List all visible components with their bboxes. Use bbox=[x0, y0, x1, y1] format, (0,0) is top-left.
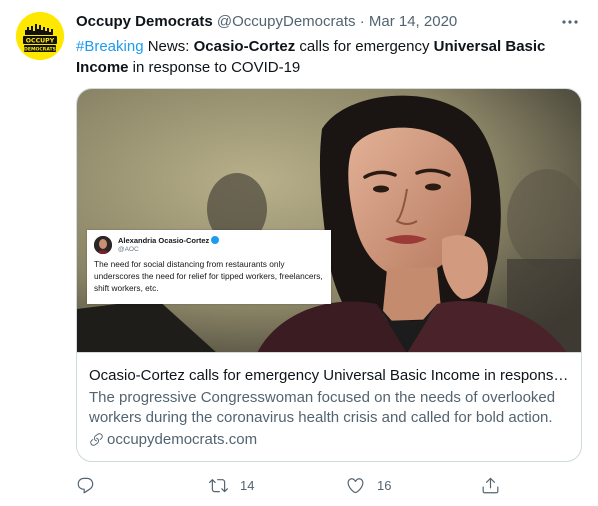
quoted-tweet-image: Alexandria Ocasio-Cortez @AOC The need f… bbox=[87, 230, 331, 304]
link-icon bbox=[90, 433, 103, 446]
retweet-button[interactable]: 14 bbox=[209, 474, 254, 496]
reply-icon bbox=[77, 477, 94, 493]
tweet[interactable]: OCCUPY DEMOCRATS Occupy Democrats @Occup… bbox=[0, 0, 598, 506]
card-domain: occupydemocrats.com bbox=[89, 430, 571, 450]
tweet-date[interactable]: Mar 14, 2020 bbox=[369, 13, 457, 30]
verified-badge-icon bbox=[211, 236, 220, 244]
card-image: Alexandria Ocasio-Cortez @AOC The need f… bbox=[77, 89, 581, 353]
quoted-avatar bbox=[94, 236, 112, 254]
svg-text:OCCUPY: OCCUPY bbox=[26, 38, 55, 45]
like-count: 16 bbox=[377, 477, 392, 493]
more-options-button[interactable] bbox=[560, 12, 580, 32]
link-card[interactable]: Alexandria Ocasio-Cortez @AOC The need f… bbox=[76, 88, 582, 462]
card-body: Ocasio-Cortez calls for emergency Univer… bbox=[77, 354, 581, 461]
occupy-democrats-logo-icon: OCCUPY DEMOCRATS bbox=[16, 12, 64, 60]
tweet-text-bold: Ocasio-Cortez bbox=[193, 38, 296, 55]
quoted-author-handle: @AOC bbox=[118, 246, 139, 253]
like-button[interactable]: 16 bbox=[346, 474, 391, 496]
quoted-author-name: Alexandria Ocasio-Cortez bbox=[118, 236, 220, 245]
card-domain-text: occupydemocrats.com bbox=[107, 431, 258, 448]
heart-icon bbox=[347, 477, 364, 493]
tweet-header: Occupy Democrats @OccupyDemocrats · Mar … bbox=[76, 12, 576, 34]
avatar[interactable]: OCCUPY DEMOCRATS bbox=[16, 12, 64, 60]
svg-text:DEMOCRATS: DEMOCRATS bbox=[24, 47, 56, 53]
card-title: Ocasio-Cortez calls for emergency Univer… bbox=[89, 367, 571, 384]
tweet-text-part: in response to COVID-19 bbox=[128, 59, 301, 76]
more-icon bbox=[562, 20, 578, 24]
card-photo bbox=[77, 89, 581, 352]
share-button[interactable] bbox=[481, 474, 500, 496]
quoted-tweet-text: The need for social distancing from rest… bbox=[94, 259, 323, 293]
reply-button[interactable] bbox=[76, 474, 107, 496]
hashtag-link[interactable]: #Breaking bbox=[76, 38, 144, 55]
quoted-author-name-text: Alexandria Ocasio-Cortez bbox=[118, 236, 210, 245]
tweet-text-part: calls for emergency bbox=[295, 38, 434, 55]
author-name[interactable]: Occupy Democrats bbox=[76, 13, 213, 30]
person-avatar-icon bbox=[94, 236, 112, 254]
card-description: The progressive Congresswoman focused on… bbox=[89, 389, 556, 426]
quoted-tweet-header: Alexandria Ocasio-Cortez @AOC bbox=[94, 236, 324, 256]
tweet-text-part: News: bbox=[143, 38, 194, 55]
share-icon bbox=[482, 477, 499, 493]
tweet-actions: 14 16 bbox=[76, 474, 516, 496]
tweet-text: #Breaking News: Ocasio-Cortez calls for … bbox=[76, 36, 576, 78]
retweet-icon bbox=[209, 478, 228, 492]
separator-dot: · bbox=[359, 13, 365, 30]
author-handle[interactable]: @OccupyDemocrats bbox=[217, 13, 356, 30]
retweet-count: 14 bbox=[240, 477, 255, 493]
